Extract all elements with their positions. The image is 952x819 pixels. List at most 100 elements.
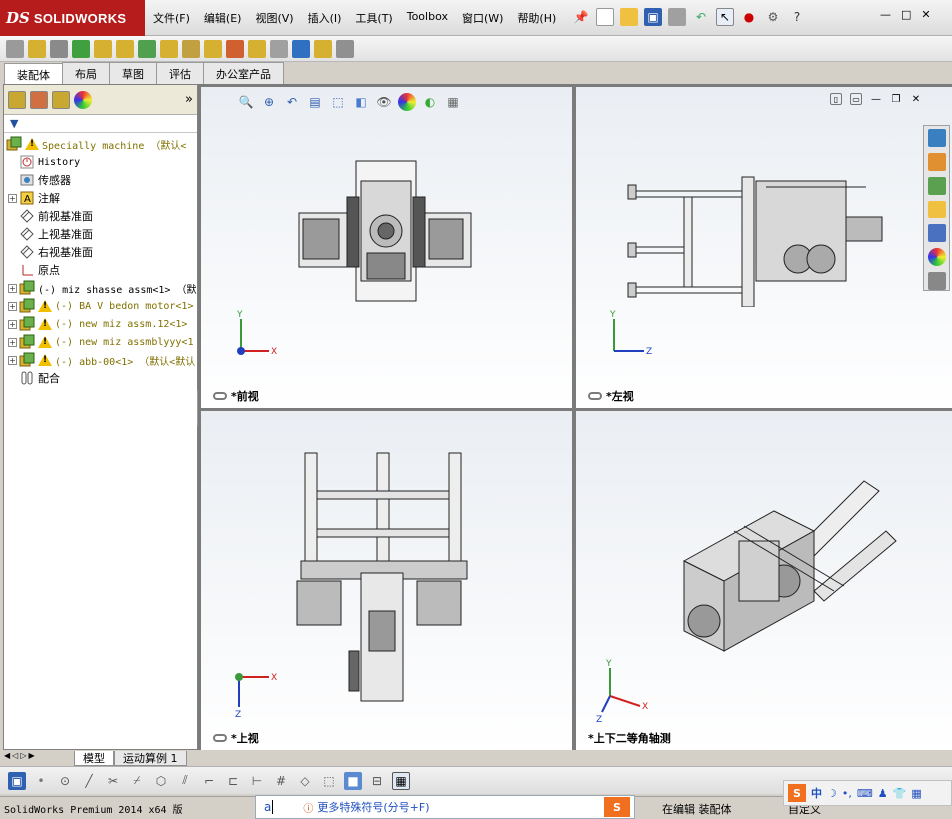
tree-item[interactable]: +! (-) abb-00<1> （默认<默认 [4,351,197,369]
previous-view-icon[interactable]: ↶ [283,93,301,111]
reference-geometry-icon[interactable] [182,39,200,58]
hide-show-items-icon[interactable]: 👁 [375,93,393,111]
print-icon[interactable] [668,8,686,26]
filter-icon[interactable]: ▼ [10,117,18,130]
explode-line-sketch-icon[interactable] [270,39,288,58]
tree-item[interactable]: 前视基准面 [4,207,197,225]
smart-fasteners-icon[interactable] [94,39,112,58]
home-icon[interactable] [927,152,946,171]
close-icon[interactable]: ✕ [921,8,930,21]
section-view-icon[interactable]: ▤ [306,93,324,111]
tab-layout[interactable]: 布局 [62,62,110,84]
rebuild-icon[interactable]: ● [740,8,758,26]
display-style-icon[interactable]: ◧ [352,93,370,111]
zoom-to-area-icon[interactable]: ⊕ [260,93,278,111]
mate-icon[interactable] [50,39,68,58]
table-icon[interactable]: ▦ [392,771,410,790]
expand-icon[interactable]: + [8,319,17,329]
help-icon[interactable]: ? [788,8,806,26]
menu-help[interactable]: 帮助(H) [510,8,563,28]
show-hidden-icon[interactable] [138,39,156,58]
new-motion-study-icon[interactable] [204,39,222,58]
design-library-icon[interactable] [927,176,946,195]
tree-item[interactable]: +! (-) new miz assm.12<1> [4,315,197,333]
zoom-to-fit-icon[interactable]: 🔍 [237,93,255,111]
tree-root[interactable]: ! Specially machine （默认< [4,135,197,153]
expand-icon[interactable]: + [8,283,17,293]
file-explorer-icon[interactable] [927,200,946,219]
new-document-icon[interactable] [596,8,614,26]
sogou-icon[interactable]: S [788,784,806,802]
options-icon[interactable]: ⚙ [764,8,782,26]
menu-tools[interactable]: 工具(T) [348,8,399,28]
pin-icon[interactable]: 📌 [572,8,590,26]
tree-item[interactable]: +! (-) BA V bedon motor<1> [4,297,197,315]
appearances-icon[interactable] [927,248,946,267]
tree-item[interactable]: 右视基准面 [4,243,197,261]
hole-alignment-icon[interactable] [336,39,354,58]
punctuation-icon[interactable]: •, [842,787,852,800]
offset-entities-icon[interactable]: ⊏ [224,772,242,790]
feature-tree-tab-icon[interactable] [8,90,26,109]
custom-properties-icon[interactable] [927,272,946,291]
menu-view[interactable]: 视图(V) [248,8,300,28]
tree-item[interactable]: + A 注解 [4,189,197,207]
tree-item[interactable]: 配合 [4,369,197,387]
tab-scroll-buttons[interactable]: ◀ ◁ ▷ ▶ [0,751,74,765]
viewport-restore-icon[interactable]: ❐ [890,93,902,105]
tree-item[interactable]: + (-) miz shasse assm<1> （默 [4,279,197,297]
open-icon[interactable] [620,8,638,26]
viewport-minimize-icon[interactable]: — [870,93,882,105]
split-horizontal-icon[interactable]: ▯ [830,93,842,105]
tab-assembly[interactable]: 装配体 [4,63,63,85]
assembly-features-icon[interactable] [160,39,178,58]
menu-window[interactable]: 窗口(W) [455,8,510,28]
shaded-icon[interactable]: ■ [344,771,362,790]
display-manager-tab-icon[interactable] [74,90,92,109]
save-icon[interactable]: ▣ [644,8,662,26]
user-icon[interactable]: ♟ [878,787,888,800]
line-icon[interactable]: ╱ [80,772,98,790]
tree-item[interactable]: 原点 [4,261,197,279]
expand-panel-icon[interactable]: » [185,92,193,107]
expand-icon[interactable]: + [8,355,17,365]
exploded-view-icon[interactable] [248,39,266,58]
view-palette-icon[interactable] [927,224,946,243]
tab-sketch[interactable]: 草图 [109,62,157,84]
property-manager-tab-icon[interactable] [30,90,48,109]
view-orientation-icon[interactable]: ⬚ [329,93,347,111]
interference-detection-icon[interactable] [292,39,310,58]
configuration-manager-tab-icon[interactable] [52,90,70,109]
solidworks-resources-icon[interactable] [927,129,946,147]
menu-file[interactable]: 文件(F) [146,8,197,28]
mirror-icon[interactable]: ⫽ [176,772,194,790]
sogou-logo-icon[interactable]: S [604,797,630,817]
skin-icon[interactable]: 👕 [893,787,907,800]
tab-motion-study[interactable]: 运动算例 1 [114,750,187,766]
centerline-icon[interactable]: ⌿ [128,772,146,790]
menu-edit[interactable]: 编辑(E) [197,8,249,28]
tree-item[interactable]: History [4,153,197,171]
soft-keyboard-icon[interactable]: ⌨ [857,787,873,800]
apply-scene-icon[interactable]: ◐ [421,93,439,111]
menu-toolbox[interactable]: Toolbox [400,8,455,28]
expand-icon[interactable]: + [8,337,17,347]
grid-icon[interactable]: # [272,772,290,790]
polygon-icon[interactable]: ⬡ [152,772,170,790]
scroll-last-icon[interactable]: ▶ [28,751,34,765]
ime-language[interactable]: 中 [811,785,822,801]
link-views-icon[interactable] [213,734,227,742]
save-icon[interactable]: ▣ [8,771,26,790]
minimize-icon[interactable]: — [880,8,891,21]
tree-item[interactable]: 上视基准面 [4,225,197,243]
select-icon[interactable]: ↖ [716,8,734,26]
bill-of-materials-icon[interactable] [226,39,244,58]
clearance-verification-icon[interactable] [314,39,332,58]
viewport-top[interactable]: X Z *上视 [201,411,572,750]
scroll-next-icon[interactable]: ▷ [20,751,26,765]
insert-components-icon[interactable] [28,39,46,58]
viewport-left[interactable]: ▯ ▭ — ❐ ✕ Y Z *左视 [576,87,952,408]
scroll-first-icon[interactable]: ◀ [4,751,10,765]
expand-icon[interactable]: + [8,301,17,311]
solidworks-logo[interactable]: DS SOLIDWORKS [0,0,145,36]
